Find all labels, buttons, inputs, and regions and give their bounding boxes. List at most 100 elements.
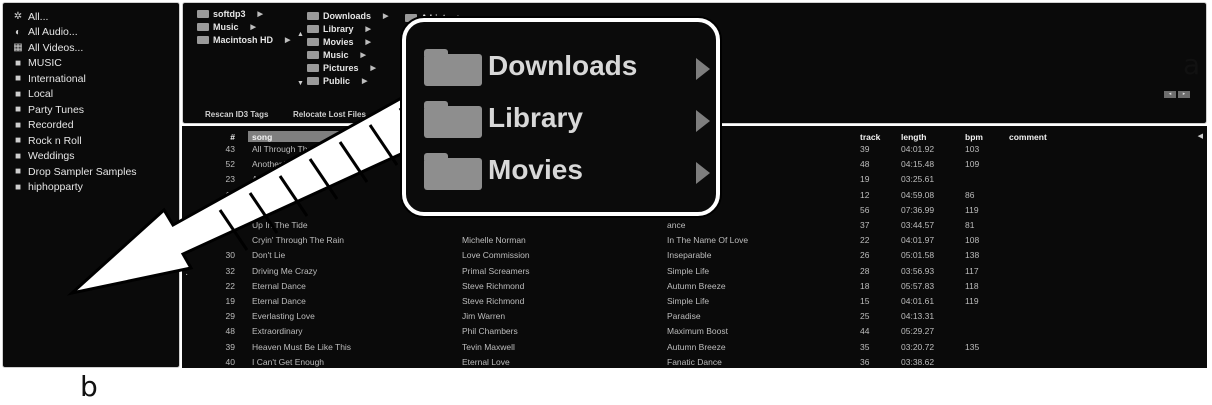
cell-track: 26	[860, 250, 870, 261]
cell-num: 29	[225, 311, 235, 322]
crate-icon: ■	[14, 166, 22, 178]
cell-num: 40	[225, 356, 235, 367]
cell-num: 39	[225, 341, 235, 352]
browser-folder-label: softdp3	[213, 8, 246, 19]
column-header-comment[interactable]: comment	[1009, 132, 1047, 142]
playlist-item[interactable]: ■ Weddings	[11, 149, 179, 165]
table-row[interactable]: 48 Extraordinary Phil Chambers Maximum Boos…	[182, 326, 1207, 337]
cell-bpm: 119	[965, 204, 979, 215]
playlist-item[interactable]: ■ Party Tunes	[11, 102, 179, 118]
speaker-icon: ◐	[14, 26, 22, 38]
table-row[interactable]: Up In The Tide ance 37 03:44.57 81	[182, 220, 1207, 231]
browser-folder-item[interactable]: Music ▶	[197, 20, 290, 33]
folder-icon	[197, 9, 209, 18]
chevron-right-icon	[696, 110, 710, 132]
browser-folder-item[interactable]: softdp3 ▶	[197, 7, 290, 20]
table-row[interactable]: 32 Driving Me Crazy Primal Screamers Simple…	[182, 266, 1207, 277]
playlist-item[interactable]: ■ Rock n Roll	[11, 133, 179, 149]
crate-icon: ■	[14, 135, 22, 147]
chevron-right-icon: ▶	[383, 12, 389, 20]
next-arrow-icon[interactable]: ▸	[1178, 91, 1190, 98]
playlist-item-label: hiphopparty	[28, 181, 83, 194]
browser-folder-label: Downloads	[323, 10, 372, 21]
cell-song: Driving Me Crazy	[252, 265, 318, 276]
crate-icon: ■	[14, 57, 22, 69]
column-header-length[interactable]: length	[901, 132, 927, 142]
playlist-item[interactable]: ■ MUSIC	[11, 56, 179, 72]
scroll-down-icon[interactable]: ▼	[297, 80, 304, 87]
folder-icon	[307, 63, 319, 72]
column-header-bpm[interactable]: bpm	[965, 132, 983, 142]
cell-song: Extraordinary	[252, 326, 303, 337]
prev-arrow-icon[interactable]: ◂	[1164, 91, 1176, 98]
label-b: b	[80, 370, 98, 403]
playlist-item[interactable]: ✲ All...	[11, 9, 179, 25]
cell-bpm: 118	[965, 280, 979, 291]
playlist-item-label: Recorded	[28, 119, 74, 132]
table-row[interactable]: 19 Eternal Dance Steve Richmond Simple Life…	[182, 296, 1207, 307]
table-row[interactable]: 30 Don't Lie Love Commission Inseparable 26 0…	[182, 250, 1207, 261]
browser-folder-item[interactable]: Macintosh HD ▶	[197, 33, 290, 46]
cell-album: In The Name Of Love	[667, 235, 749, 246]
cell-artist: Steve Richmond	[462, 296, 525, 306]
cell-song: All Through The Ni	[252, 144, 323, 154]
cell-artist: Primal Screamers	[462, 265, 530, 276]
cell-artist: Phil Chambers	[462, 326, 518, 337]
browser-folder-item[interactable]: Downloads ▶	[307, 9, 388, 22]
browser-folder-item[interactable]: Public ▶	[307, 74, 388, 87]
playlist-item[interactable]: ■ Drop Sampler Samples	[11, 164, 179, 180]
browser-column-folders: Downloads ▶ Library ▶ Movies ▶ Music ▶ Pictures ▶…	[307, 9, 388, 87]
browser-folder-item[interactable]: Movies ▶	[307, 35, 388, 48]
folder-icon	[424, 49, 482, 86]
resize-handle-icon[interactable]: · · ·	[185, 260, 188, 280]
playlist-item-label: MUSIC	[28, 57, 62, 70]
cell-song: Eternal Dance	[252, 280, 306, 291]
cell-length: 07:36.99	[901, 204, 935, 215]
cell-song: Don't Lie	[252, 250, 286, 261]
scroll-up-icon[interactable]: ▲	[297, 31, 304, 38]
folder-icon	[307, 24, 319, 33]
chevron-right-icon: ▶	[365, 38, 371, 46]
playlist-item[interactable]: ▦ All Videos...	[11, 40, 179, 56]
cell-song: Heaven Must Be Like This	[252, 341, 352, 352]
browser-folder-label: Music	[213, 21, 239, 32]
crate-icon: ■	[14, 181, 22, 193]
table-row[interactable]: 29 Everlasting Love Jim Warren Paradise 25 04…	[182, 311, 1207, 322]
cell-bpm: 135	[965, 341, 980, 352]
cell-album: Paradise	[667, 311, 701, 322]
cell-num: 23	[225, 174, 235, 185]
column-header-track[interactable]: track	[860, 132, 880, 142]
cell-artist: Love Commission	[462, 250, 530, 261]
playlist-item-label: Party Tunes	[28, 103, 85, 116]
playlist-item[interactable]: ■ International	[11, 71, 179, 87]
browser-folder-item[interactable]: Pictures ▶	[307, 61, 388, 74]
cell-length: 04:01.92	[901, 144, 935, 154]
cell-song: Cryin' Through The Rain	[252, 235, 345, 246]
cell-track: 36	[860, 356, 870, 367]
rescan-id3-tags-button[interactable]: Rescan ID3 Tags	[205, 110, 268, 119]
column-header-number[interactable]: #	[215, 132, 235, 142]
browser-folder-label: Macintosh HD	[213, 34, 274, 45]
collapse-arrow-icon[interactable]: ◀	[1198, 132, 1203, 140]
browser-folder-item[interactable]: Library ▶	[307, 22, 388, 35]
cell-num: 22	[225, 280, 235, 291]
playlist-item[interactable]: ◐ All Audio...	[11, 25, 179, 41]
table-row[interactable]: 22 Eternal Dance Steve Richmond Autumn Bree…	[182, 281, 1207, 292]
relocate-lost-files-button[interactable]: Relocate Lost Files	[293, 110, 366, 119]
cell-track: 19	[860, 174, 870, 185]
browser-folder-item[interactable]: Music ▶	[307, 48, 388, 61]
cell-song: ney	[252, 189, 266, 200]
cell-song: Eternal Dance	[252, 296, 306, 306]
playlist-item[interactable]: ■ hiphopparty	[11, 180, 179, 196]
cell-length: 04:13.31	[901, 311, 935, 322]
crate-icon: ■	[14, 119, 22, 131]
playlist-item[interactable]: ■ Local	[11, 87, 179, 103]
cell-length: 05:29.27	[901, 326, 935, 337]
playlist-item[interactable]: ■ Recorded	[11, 118, 179, 134]
table-row[interactable]: 40 I Can't Get Enough Eternal Love Fanatic …	[182, 357, 1207, 368]
chevron-right-icon	[696, 58, 710, 80]
table-row[interactable]: 39 Heaven Must Be Like This Tevin Maxwell A…	[182, 342, 1207, 353]
table-row[interactable]: Cryin' Through The Rain Michelle Norman In…	[182, 235, 1207, 246]
column-header-song[interactable]: song	[252, 132, 272, 142]
cell-length: 04:15.48	[901, 159, 935, 170]
